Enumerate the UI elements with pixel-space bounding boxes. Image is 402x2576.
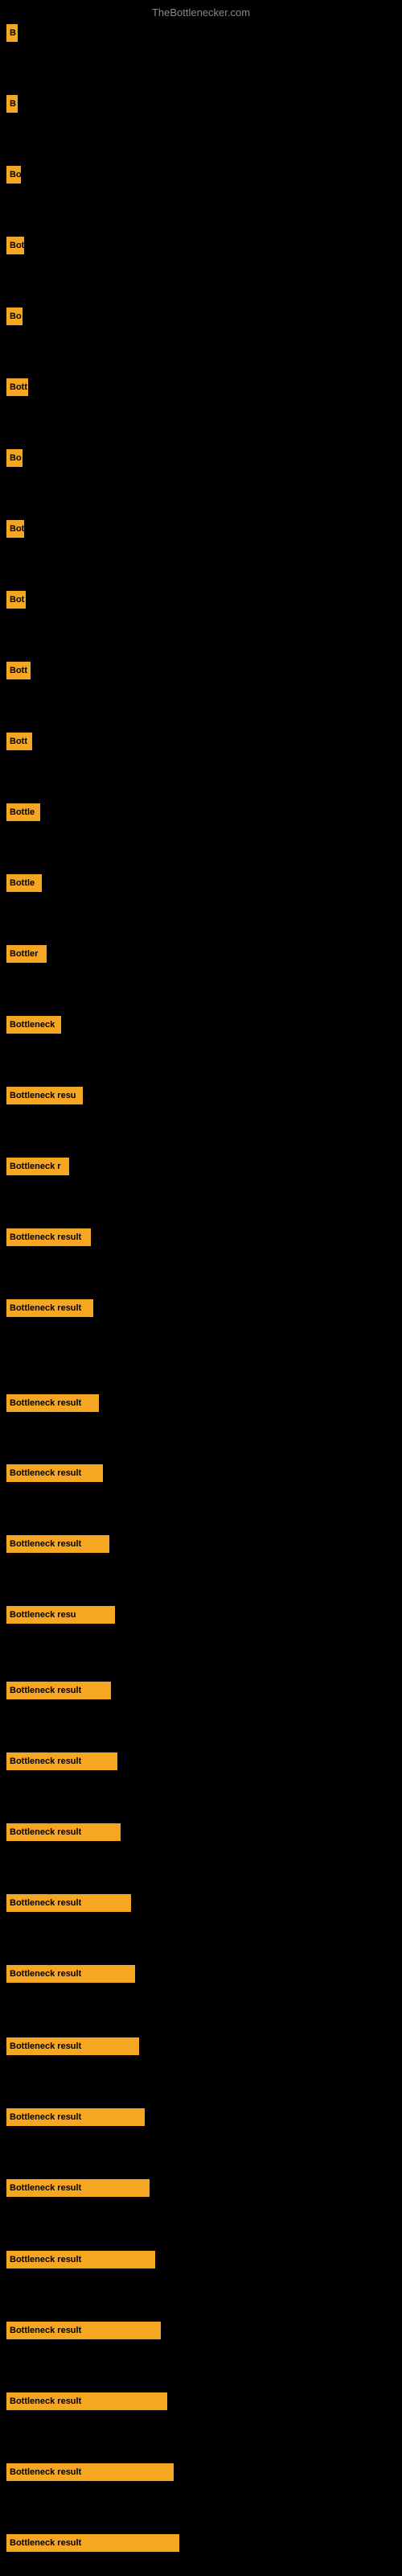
bar-label: Bottleneck result (10, 1686, 81, 1695)
bar-row: Bottleneck result (6, 1752, 117, 1770)
site-title: TheBottlenecker.com (152, 6, 250, 19)
bar-row: Bottleneck result (6, 2179, 150, 2197)
bar-row: Bottleneck result (6, 1464, 103, 1482)
bar-row: Bottleneck result (6, 1894, 131, 1912)
bar-row: Bo (6, 449, 23, 467)
bar-label: Bottleneck result (10, 2041, 81, 2051)
bar-label: Bott (10, 737, 27, 746)
bar-label: Bottleneck (10, 1020, 55, 1030)
bar-label: Bottleneck result (10, 1827, 81, 1837)
bar-row: Bottleneck result (6, 2392, 167, 2410)
bar-label: Bottleneck resu (10, 1610, 76, 1620)
bar-label: Bo (10, 453, 22, 463)
bar-label: Bottleneck result (10, 1398, 81, 1408)
bar-row: Bott (6, 378, 28, 396)
bar-row: Bottleneck result (6, 1394, 99, 1412)
bar-label: Bottle (10, 807, 35, 817)
bar-row: Bot (6, 520, 24, 538)
bar-label: Bottleneck result (10, 1757, 81, 1766)
bar-row: Bottleneck resu (6, 1606, 115, 1624)
bar-row: Bottleneck result (6, 2534, 179, 2552)
bar-label: Bot (10, 241, 24, 250)
bar-row: Bot (6, 591, 26, 609)
bar-row: Bottleneck result (6, 2322, 161, 2339)
bar-label: Bottleneck result (10, 1468, 81, 1478)
bar-label: Bottleneck result (10, 1969, 81, 1979)
bar-label: Bottleneck result (10, 2255, 81, 2264)
bar-label: Bottleneck result (10, 2112, 81, 2122)
bar-label: Bottleneck result (10, 2326, 81, 2335)
bar-label: Bott (10, 666, 27, 675)
bar-row: Bottler (6, 945, 47, 963)
bar-label: Bottle (10, 878, 35, 888)
bar-row: Bottleneck resu (6, 1087, 83, 1104)
bar-row: B (6, 95, 18, 113)
bar-row: Bottleneck result (6, 2463, 174, 2481)
bar-label: Bot (10, 595, 24, 605)
bar-label: Bottleneck result (10, 1898, 81, 1908)
bar-row: Bott (6, 662, 31, 679)
bar-label: Bottleneck result (10, 1539, 81, 1549)
bar-row: Bot (6, 237, 24, 254)
bar-label: Bottleneck result (10, 2538, 81, 2548)
bar-row: Bottle (6, 803, 40, 821)
bar-label: B (10, 99, 16, 109)
bar-label: Bottleneck result (10, 2467, 81, 2477)
bar-row: Bottleneck result (6, 2251, 155, 2268)
bar-row: Bo (6, 166, 21, 184)
bar-row: Bottleneck result (6, 1823, 121, 1841)
bar-label: Bottler (10, 949, 38, 959)
bar-label: Bottleneck r (10, 1162, 61, 1171)
bar-label: Bottleneck resu (10, 1091, 76, 1100)
bar-label: Bottleneck result (10, 2183, 81, 2193)
bar-row: Bottleneck result (6, 1682, 111, 1699)
bar-row: Bottleneck result (6, 2037, 139, 2055)
bar-row: Bott (6, 733, 32, 750)
bar-label: Bott (10, 382, 27, 392)
bar-label: Bot (10, 524, 24, 534)
bar-row: Bottleneck result (6, 1299, 93, 1317)
bar-row: Bottle (6, 874, 42, 892)
bar-row: Bottleneck r (6, 1158, 69, 1175)
bar-label: Bottleneck result (10, 2396, 81, 2406)
bar-row: Bo (6, 308, 23, 325)
bar-label: Bo (10, 312, 22, 321)
bar-row: Bottleneck result (6, 1535, 109, 1553)
bar-row: Bottleneck result (6, 1228, 91, 1246)
bar-label: B (10, 28, 16, 38)
bar-row: Bottleneck (6, 1016, 61, 1034)
bar-label: Bo (10, 170, 21, 180)
bar-label: Bottleneck result (10, 1303, 81, 1313)
bar-label: Bottleneck result (10, 1232, 81, 1242)
bar-row: Bottleneck result (6, 2108, 145, 2126)
bar-row: Bottleneck result (6, 1965, 135, 1983)
bar-row: B (6, 24, 18, 42)
